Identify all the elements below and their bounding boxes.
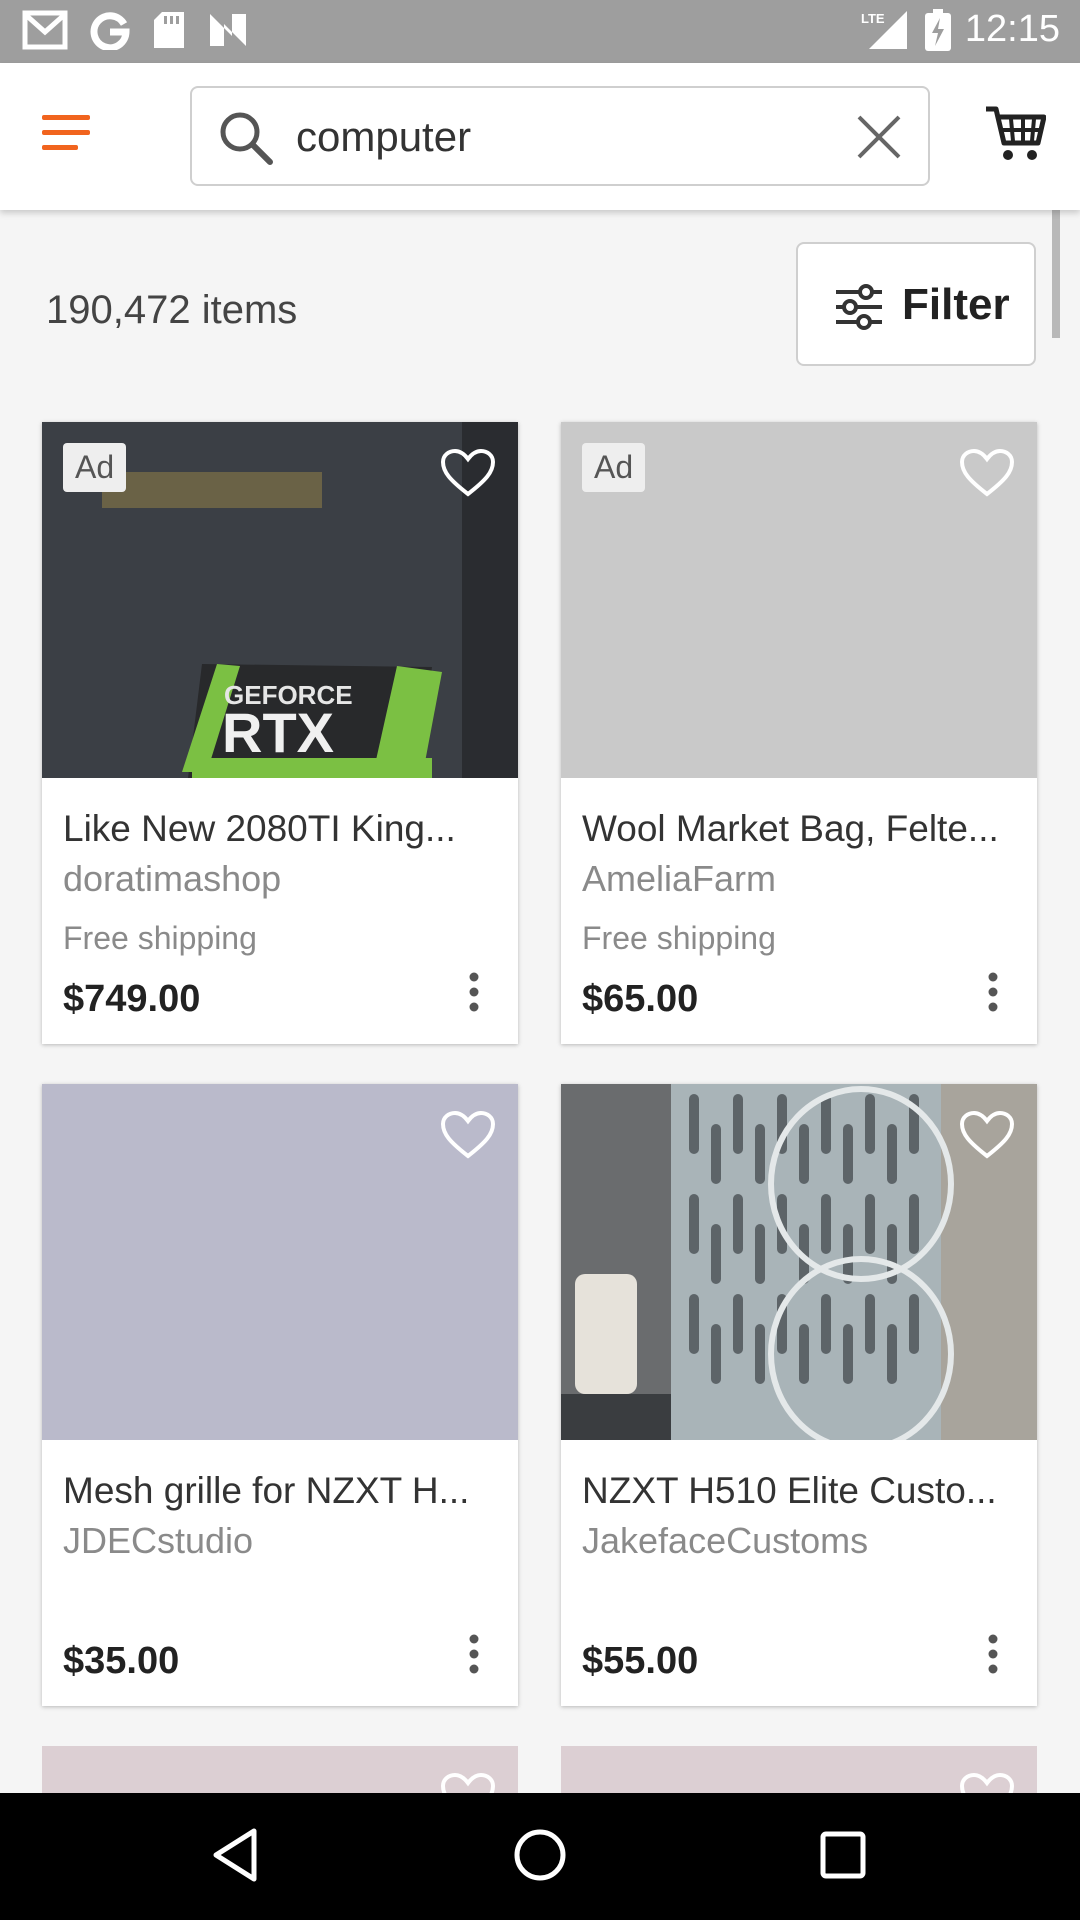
hamburger-menu-icon bbox=[42, 115, 90, 150]
gmail-icon bbox=[22, 10, 68, 50]
listing-title: Like New 2080TI King... bbox=[63, 808, 456, 849]
lte-signal-icon: LTE bbox=[859, 9, 911, 51]
n-icon bbox=[208, 10, 248, 50]
heart-icon bbox=[959, 448, 1015, 497]
recents-square-icon bbox=[820, 1831, 866, 1879]
more-vert-icon bbox=[469, 972, 479, 1012]
shop-name: JDECstudio bbox=[63, 1520, 254, 1561]
battery-charging-icon bbox=[924, 8, 951, 51]
listing-title: Wool Market Bag, Felte... bbox=[582, 808, 999, 849]
clear-search-button[interactable] bbox=[856, 114, 902, 165]
clock: 12:15 bbox=[964, 8, 1060, 50]
listing-card[interactable]: Mesh grille for NZXT H... JDECstudio $35… bbox=[42, 1084, 518, 1706]
status-bar: LTE 12:15 bbox=[0, 0, 1080, 63]
favorite-button[interactable] bbox=[959, 1110, 1015, 1165]
shipping-info: Free shipping bbox=[582, 920, 776, 956]
shopping-cart-icon bbox=[986, 106, 1047, 160]
filter-button[interactable]: Filter bbox=[796, 242, 1036, 366]
favorite-button[interactable] bbox=[440, 448, 496, 503]
home-circle-icon bbox=[514, 1829, 566, 1881]
more-options-button[interactable] bbox=[468, 1634, 480, 1679]
sd-card-icon bbox=[152, 10, 186, 50]
home-button[interactable] bbox=[513, 1827, 567, 1888]
shop-name: JakefaceCustoms bbox=[582, 1520, 869, 1561]
scrollbar[interactable] bbox=[1052, 210, 1060, 338]
more-vert-icon bbox=[988, 1634, 998, 1674]
google-icon bbox=[90, 10, 130, 50]
heart-icon bbox=[440, 1110, 496, 1159]
system-nav-bar bbox=[0, 1793, 1080, 1920]
listing-card[interactable]: Ad Wool Market Bag, Felte... AmeliaFarm … bbox=[561, 422, 1037, 1044]
favorite-button[interactable] bbox=[959, 448, 1015, 503]
search-input[interactable] bbox=[294, 104, 818, 170]
search-icon bbox=[218, 110, 274, 171]
recents-button[interactable] bbox=[818, 1827, 868, 1888]
listing-price: $35.00 bbox=[63, 1640, 180, 1682]
back-button[interactable] bbox=[210, 1827, 260, 1888]
more-vert-icon bbox=[469, 1634, 479, 1674]
filter-label: Filter bbox=[902, 280, 1010, 329]
shipping-info: Free shipping bbox=[63, 920, 257, 956]
ad-badge: Ad bbox=[63, 443, 127, 492]
shop-name: doratimashop bbox=[63, 858, 282, 899]
listing-card[interactable]: NZXT H510 Elite Custo... JakefaceCustoms… bbox=[561, 1084, 1037, 1706]
more-options-button[interactable] bbox=[468, 972, 480, 1017]
shop-name: AmeliaFarm bbox=[582, 858, 777, 899]
heart-icon bbox=[440, 448, 496, 497]
more-options-button[interactable] bbox=[987, 972, 999, 1017]
listing-card-partial[interactable] bbox=[42, 1746, 518, 1793]
cart-button[interactable] bbox=[984, 103, 1047, 170]
ad-badge: Ad bbox=[582, 443, 646, 492]
listing-card[interactable]: GEFORCE RTX Ad Like New 2080TI King... d… bbox=[42, 422, 518, 1044]
network-label: LTE bbox=[861, 11, 885, 26]
more-vert-icon bbox=[988, 972, 998, 1012]
listing-price: $749.00 bbox=[63, 978, 201, 1020]
heart-icon bbox=[440, 1772, 496, 1793]
filter-sliders-icon bbox=[834, 284, 884, 335]
back-triangle-icon bbox=[213, 1828, 257, 1882]
listing-price: $55.00 bbox=[582, 1640, 699, 1682]
heart-icon bbox=[959, 1772, 1015, 1793]
listing-card-partial[interactable] bbox=[561, 1746, 1037, 1793]
app-bar bbox=[0, 63, 1080, 210]
menu-button[interactable] bbox=[40, 111, 100, 161]
more-options-button[interactable] bbox=[987, 1634, 999, 1679]
heart-icon bbox=[959, 1110, 1015, 1159]
svg-text:RTX: RTX bbox=[222, 701, 334, 764]
favorite-button[interactable] bbox=[440, 1110, 496, 1165]
close-icon bbox=[857, 115, 901, 159]
listing-title: Mesh grille for NZXT H... bbox=[63, 1470, 470, 1511]
results-count: 190,472 items bbox=[46, 288, 298, 332]
listing-price: $65.00 bbox=[582, 978, 699, 1020]
search-bar[interactable] bbox=[190, 86, 930, 186]
search-results[interactable]: 190,472 items Filter GEFORCE RTX Ad Like… bbox=[0, 210, 1080, 1793]
listing-title: NZXT H510 Elite Custo... bbox=[582, 1470, 997, 1511]
